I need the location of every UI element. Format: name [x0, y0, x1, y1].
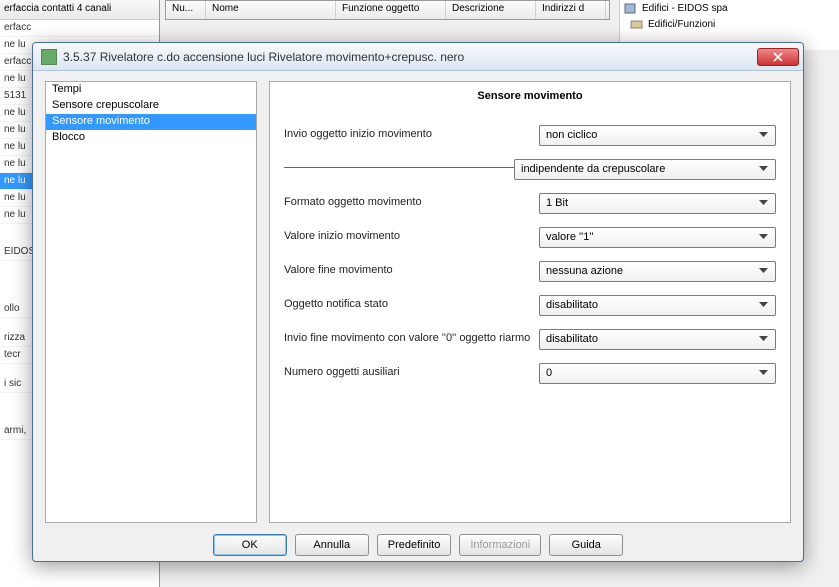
setting-label: Formato oggetto movimento — [284, 196, 539, 209]
chevron-down-icon — [756, 132, 771, 138]
setting-combobox[interactable]: indipendente da crepuscolare — [514, 159, 776, 180]
chevron-down-icon — [756, 370, 771, 376]
setting-combobox[interactable]: valore ''1'' — [539, 227, 776, 248]
setting-combobox[interactable]: disabilitato — [539, 295, 776, 316]
close-icon — [772, 52, 784, 62]
setting-combobox[interactable]: nessuna azione — [539, 261, 776, 282]
setting-combobox[interactable]: 1 Bit — [539, 193, 776, 214]
bg-left-row: erfacc — [0, 20, 159, 37]
chevron-down-icon — [756, 336, 771, 342]
ok-button[interactable]: OK — [213, 534, 287, 556]
close-button[interactable] — [757, 48, 799, 66]
building-icon — [624, 2, 638, 14]
chevron-down-icon — [756, 302, 771, 308]
setting-row: Formato oggetto movimento 1 Bit — [284, 188, 776, 218]
setting-label: Oggetto notifica stato — [284, 298, 539, 311]
setting-row: Numero oggetti ausiliari 0 — [284, 358, 776, 388]
setting-row: Valore fine movimento nessuna azione — [284, 256, 776, 286]
category-sidebar: TempiSensore crepuscolareSensore movimen… — [45, 81, 257, 523]
setting-label: Valore fine movimento — [284, 264, 539, 277]
setting-combobox[interactable]: 0 — [539, 363, 776, 384]
background-mid-header: Nu...NomeFunzione oggettoDescrizioneIndi… — [165, 0, 610, 20]
cancel-button[interactable]: Annulla — [295, 534, 369, 556]
bg-column-header[interactable]: Indirizzi d — [536, 1, 606, 19]
panel-title: Sensore movimento — [284, 90, 776, 102]
combobox-value: indipendente da crepuscolare — [521, 163, 756, 175]
sidebar-item[interactable]: Blocco — [46, 130, 256, 146]
dialog-footer: OK Annulla Predefinito Informazioni Guid… — [33, 523, 803, 562]
divider — [284, 167, 514, 168]
setting-row: Invio oggetto inizio movimento non ciclic… — [284, 120, 776, 150]
settings-panel: Sensore movimento Invio oggetto inizio m… — [269, 81, 791, 523]
setting-label: Invio oggetto inizio movimento — [284, 128, 539, 141]
sidebar-item[interactable]: Sensore crepuscolare — [46, 98, 256, 114]
window-title: 3.5.37 Rivelatore c.do accensione luci R… — [63, 50, 757, 64]
combobox-value: 0 — [546, 367, 756, 379]
setting-row: Invio fine movimento con valore ''0'' og… — [284, 324, 776, 354]
bg-column-header[interactable]: Funzione oggetto — [336, 1, 446, 19]
chevron-down-icon — [756, 234, 771, 240]
combobox-value: disabilitato — [546, 333, 756, 345]
chevron-down-icon — [756, 200, 771, 206]
folder-icon — [630, 18, 644, 30]
setting-row: Oggetto notifica stato disabilitato — [284, 290, 776, 320]
default-button[interactable]: Predefinito — [377, 534, 452, 556]
titlebar[interactable]: 3.5.37 Rivelatore c.do accensione luci R… — [33, 43, 803, 71]
setting-combobox[interactable]: disabilitato — [539, 329, 776, 350]
setting-label: Numero oggetti ausiliari — [284, 366, 539, 379]
bg-column-header[interactable]: Nu... — [166, 1, 206, 19]
info-button: Informazioni — [459, 534, 541, 556]
chevron-down-icon — [756, 166, 771, 172]
properties-dialog: 3.5.37 Rivelatore c.do accensione luci R… — [32, 42, 804, 562]
combobox-value: 1 Bit — [546, 197, 756, 209]
setting-row: Valore inizio movimento valore ''1'' — [284, 222, 776, 252]
sidebar-item[interactable]: Sensore movimento — [46, 114, 256, 130]
setting-label: Valore inizio movimento — [284, 230, 539, 243]
app-icon — [41, 49, 57, 65]
help-button[interactable]: Guida — [549, 534, 623, 556]
setting-label: Invio fine movimento con valore ''0'' og… — [284, 332, 539, 345]
bg-left-header: erfaccia contatti 4 canali — [0, 0, 159, 20]
bg-column-header[interactable]: Nome — [206, 1, 336, 19]
combobox-value: valore ''1'' — [546, 231, 756, 243]
setting-row: indipendente da crepuscolare — [284, 154, 776, 184]
combobox-value: non ciclico — [546, 129, 756, 141]
chevron-down-icon — [756, 268, 771, 274]
combobox-value: nessuna azione — [546, 265, 756, 277]
sidebar-item[interactable]: Tempi — [46, 82, 256, 98]
setting-combobox[interactable]: non ciclico — [539, 125, 776, 146]
combobox-value: disabilitato — [546, 299, 756, 311]
bg-column-header[interactable]: Descrizione — [446, 1, 536, 19]
